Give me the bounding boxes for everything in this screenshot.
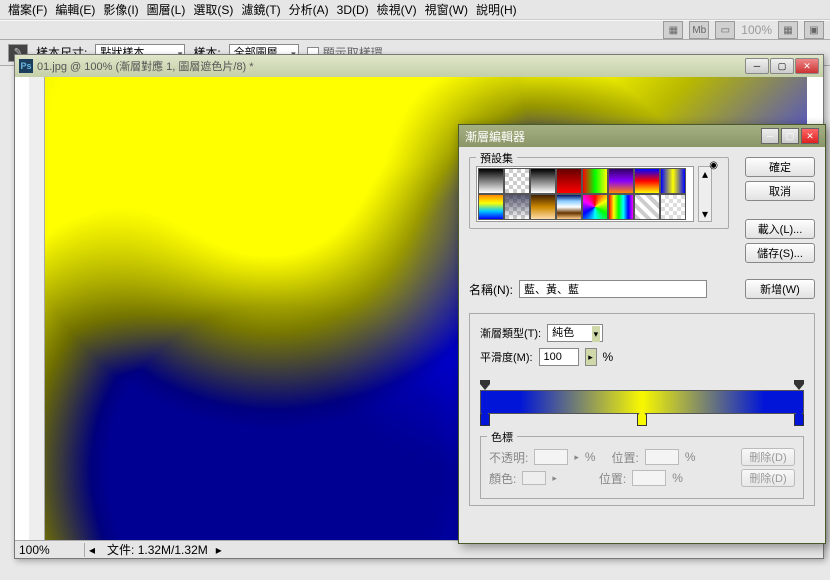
tool-icon[interactable]: Mb [689,21,709,39]
color-stop[interactable] [794,414,804,426]
load-button[interactable]: 載入(L)... [745,219,815,239]
pct-unit: % [585,450,596,464]
ok-button[interactable]: 確定 [745,157,815,177]
preset-swatch[interactable] [660,194,686,220]
menu-3d[interactable]: 3D(D) [337,3,369,17]
color-box [522,471,546,485]
preset-swatch[interactable] [504,194,530,220]
menu-layer[interactable]: 圖層(L) [147,1,186,18]
menu-file[interactable]: 檔案(F) [8,1,47,18]
menubar: 檔案(F) 編輯(E) 影像(I) 圖層(L) 選取(S) 濾鏡(T) 分析(A… [0,0,830,20]
menu-select[interactable]: 選取(S) [193,1,233,18]
preset-swatch[interactable] [608,168,634,194]
document-title: 01.jpg @ 100% (漸層對應 1, 圖層遮色片/8) * [37,58,741,74]
smoothness-unit: % [603,350,614,364]
menu-filter[interactable]: 濾鏡(T) [241,1,280,18]
preset-swatch[interactable] [504,168,530,194]
preset-swatch[interactable] [556,168,582,194]
preset-swatch[interactable] [478,194,504,220]
opacity-field [534,449,568,465]
position-field [632,470,666,486]
type-select[interactable]: 純色 [547,324,603,342]
pct-unit: % [685,450,696,464]
top-toolbar: ▦ Mb ▭ 100% ▦ ▣ [0,20,830,40]
preset-swatch[interactable] [582,168,608,194]
delete-button: 刪除(D) [741,448,795,466]
status-text: 文件: 1.32M/1.32M [99,541,216,558]
ruler-vertical [29,77,45,540]
preset-swatch[interactable] [660,168,686,194]
name-label: 名稱(N): [469,281,513,298]
dialog-title: 漸層編輯器 [465,128,759,145]
opacity-stop[interactable] [480,380,490,390]
ps-icon: Ps [19,59,33,73]
color-label: 顏色: [489,470,516,487]
color-stop[interactable] [637,414,647,426]
cancel-button[interactable]: 取消 [745,181,815,201]
smoothness-field[interactable] [539,348,579,366]
zoom-value: 100% [741,23,772,37]
minimize-button[interactable]: ─ [745,58,769,74]
preset-swatch[interactable] [530,194,556,220]
menu-view[interactable]: 檢視(V) [377,1,417,18]
menu-edit[interactable]: 編輯(E) [55,1,95,18]
dialog-maximize-button[interactable]: ▢ [781,128,799,144]
opacity-label: 不透明: [489,449,528,466]
presets-menu-icon[interactable]: ◉ [709,160,718,171]
preset-swatch[interactable] [530,168,556,194]
dialog-close-button[interactable]: ✕ [801,128,819,144]
maximize-button[interactable]: ▢ [770,58,794,74]
stops-label: 色標 [487,429,517,445]
gradient-settings-group: 漸層類型(T): 純色 平滑度(M): ▸ % [469,313,815,506]
opacity-stop[interactable] [794,380,804,390]
preset-swatch[interactable] [582,194,608,220]
close-button[interactable]: ✕ [795,58,819,74]
type-label: 漸層類型(T): [480,325,541,341]
tool-icon[interactable]: ▦ [663,21,683,39]
gradient-editor-dialog: 漸層編輯器 ─ ▢ ✕ 預設集 ◉ [458,124,826,544]
dialog-minimize-button[interactable]: ─ [761,128,779,144]
position-label: 位置: [599,470,626,487]
preset-swatch[interactable] [556,194,582,220]
stops-group: 色標 不透明: ▸ % 位置: % 刪除(D) 顏色: ▸ 位置: [480,436,804,499]
preset-swatch[interactable] [478,168,504,194]
menu-help[interactable]: 說明(H) [476,1,517,18]
preset-swatch[interactable] [608,194,634,220]
dialog-titlebar[interactable]: 漸層編輯器 ─ ▢ ✕ [459,125,825,147]
tool-grid-icon[interactable]: ▦ [778,21,798,39]
smoothness-stepper-icon[interactable]: ▸ [585,348,597,366]
position-field [645,449,679,465]
zoom-field[interactable]: 100% [15,543,85,557]
chevron-icon[interactable]: ◂ [85,543,99,557]
delete-button: 刪除(D) [741,469,795,487]
new-button[interactable]: 新增(W) [745,279,815,299]
titlebar: Ps 01.jpg @ 100% (漸層對應 1, 圖層遮色片/8) * ─ ▢… [15,55,823,77]
save-button[interactable]: 儲存(S)... [745,243,815,263]
presets-label: 預設集 [476,150,517,166]
preset-swatch[interactable] [634,168,660,194]
preset-scrollbar[interactable]: ▴▾ [698,166,712,222]
smoothness-label: 平滑度(M): [480,349,533,365]
status-menu-icon[interactable]: ▸ [216,543,222,557]
tool-screen-icon[interactable]: ▭ [715,21,735,39]
tool-arrange-icon[interactable]: ▣ [804,21,824,39]
preset-swatches [476,166,694,222]
menu-window[interactable]: 視窗(W) [425,1,468,18]
menu-analysis[interactable]: 分析(A) [289,1,329,18]
menu-image[interactable]: 影像(I) [103,1,138,18]
preset-swatch[interactable] [634,194,660,220]
color-stop[interactable] [480,414,490,426]
pct-unit: % [672,471,683,485]
position-label: 位置: [612,449,639,466]
presets-group: 預設集 ◉ [469,157,729,229]
gradient-bar [480,380,804,426]
name-field[interactable] [519,280,707,298]
